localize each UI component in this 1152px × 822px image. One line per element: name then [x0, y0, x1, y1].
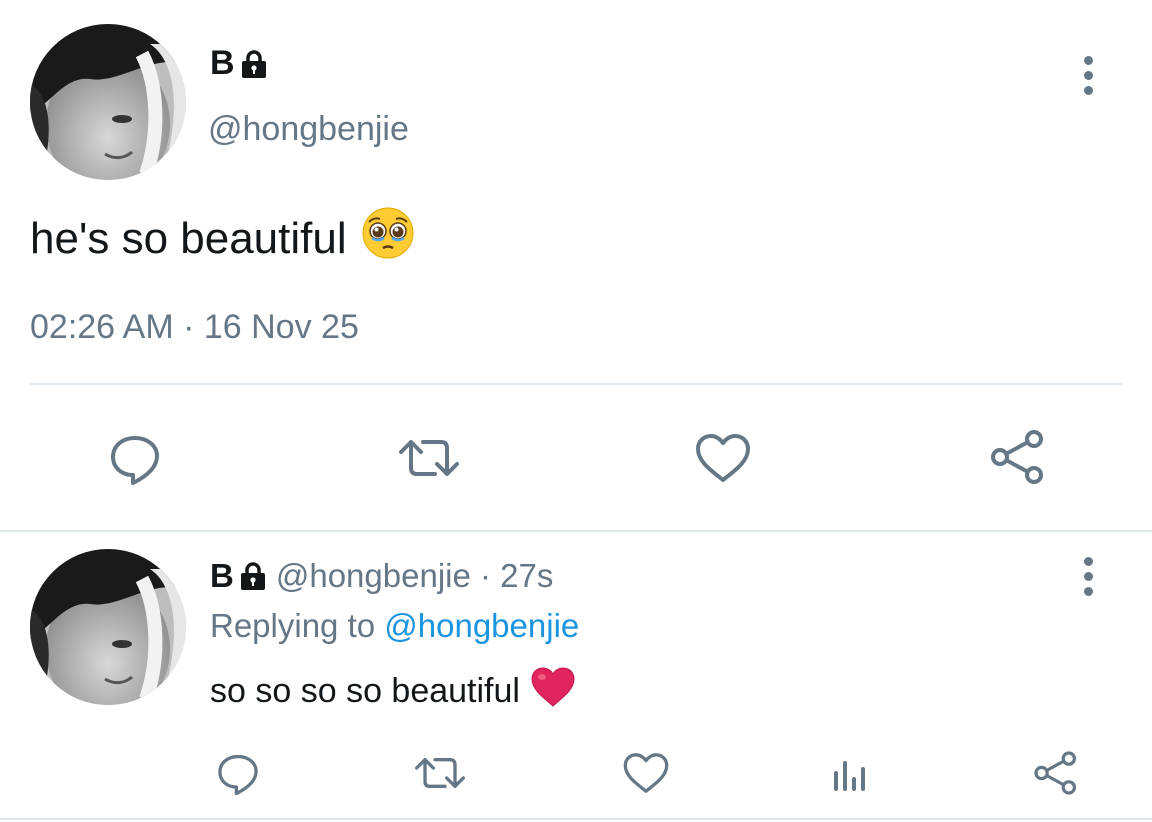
reply-more-options-icon[interactable]: [1068, 551, 1108, 601]
reply-share-button[interactable]: [1028, 746, 1084, 800]
tweet-body: he's so beautiful: [30, 213, 347, 263]
share-icon: [1034, 751, 1076, 795]
analytics-icon: [834, 761, 865, 791]
reply-icon: [218, 754, 258, 796]
reply-avatar[interactable]: [30, 549, 186, 705]
replying-to: Replying to @hongbenjie: [210, 607, 579, 645]
display-name[interactable]: B: [210, 44, 267, 83]
divider: [30, 383, 1122, 385]
reply-like-button[interactable]: [618, 748, 674, 798]
bottom-divider: [0, 818, 1152, 820]
retweet-button[interactable]: [393, 428, 465, 488]
tweet-timestamp[interactable]: 02:26 AM · 16 Nov 25: [30, 308, 359, 347]
replying-prefix: Replying to: [210, 607, 385, 644]
like-icon: [696, 434, 750, 482]
section-divider: [0, 530, 1152, 532]
reply-tweet-text: so so so so beautiful: [210, 666, 576, 717]
like-icon: [623, 753, 669, 793]
red-heart-icon: [530, 666, 576, 717]
share-icon: [991, 430, 1043, 484]
tweet-text: he's so beautiful: [30, 206, 415, 271]
reply-header: B @hongbenjie · 27s: [210, 557, 553, 595]
handle[interactable]: @hongbenjie: [208, 110, 409, 149]
reply-analytics-button[interactable]: [824, 748, 876, 798]
display-name-text: B: [210, 44, 235, 82]
like-button[interactable]: [688, 428, 758, 488]
more-options-icon[interactable]: [1068, 50, 1108, 100]
lock-icon: [240, 561, 266, 591]
reply-handle-time[interactable]: @hongbenjie · 27s: [276, 557, 554, 595]
reply-retweet-button[interactable]: [410, 750, 470, 796]
lock-icon: [241, 49, 267, 79]
retweet-icon: [414, 758, 465, 788]
share-button[interactable]: [983, 424, 1053, 490]
replying-to-link[interactable]: @hongbenjie: [384, 607, 579, 644]
reply-icon: [111, 436, 159, 485]
reply-body: so so so so beautiful: [210, 672, 520, 710]
retweet-icon: [399, 440, 459, 476]
avatar[interactable]: [30, 24, 186, 180]
reply-display-name[interactable]: B: [210, 557, 234, 595]
reply-reply-button[interactable]: [210, 748, 266, 798]
pleading-face-icon: [361, 206, 415, 271]
reply-button[interactable]: [100, 428, 170, 488]
